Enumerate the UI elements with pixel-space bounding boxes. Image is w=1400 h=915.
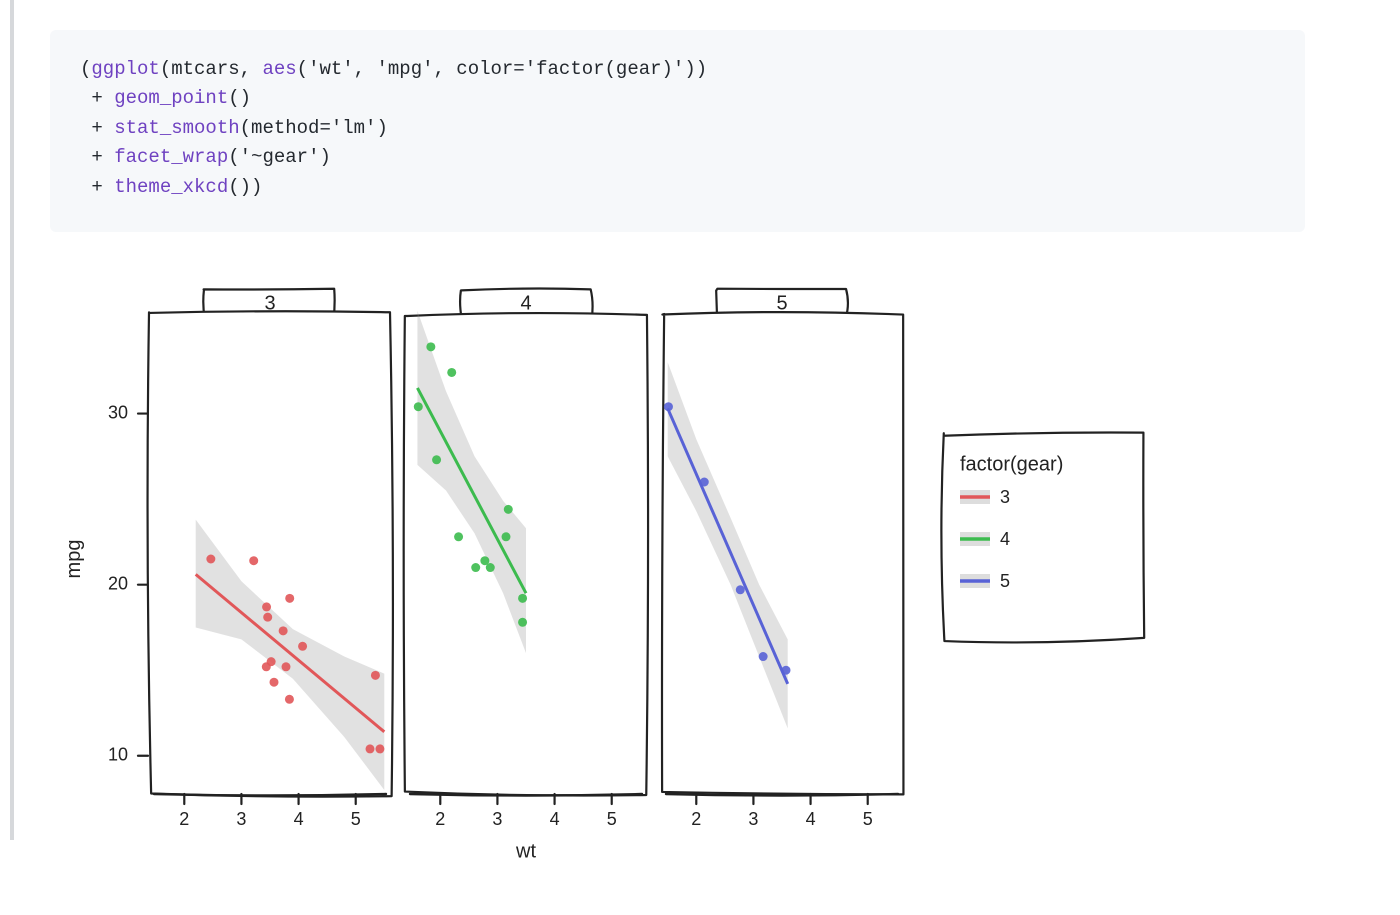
x-tick-label: 4: [550, 809, 560, 829]
scatter-point: [263, 613, 272, 622]
scatter-point: [267, 657, 276, 666]
scatter-point: [432, 455, 441, 464]
legend-label: 5: [1000, 571, 1010, 591]
scatter-point: [366, 744, 375, 753]
scatter-point: [279, 626, 288, 635]
scatter-point: [262, 602, 271, 611]
y-tick-label: 30: [108, 402, 128, 422]
x-tick-label: 3: [748, 809, 758, 829]
scatter-point: [454, 532, 463, 541]
x-tick-label: 2: [179, 809, 189, 829]
x-tick-label: 2: [691, 809, 701, 829]
scatter-point: [664, 402, 673, 411]
scatter-point: [206, 555, 215, 564]
scatter-point: [518, 594, 527, 603]
x-tick-label: 3: [492, 809, 502, 829]
code-content: (ggplot(mtcars, aes('wt', 'mpg', color='…: [80, 55, 1275, 202]
scatter-point: [285, 594, 294, 603]
scatter-point: [504, 505, 513, 514]
x-tick-label: 4: [806, 809, 816, 829]
facet-strip-label: 4: [520, 292, 531, 314]
scatter-point: [502, 532, 511, 541]
legend-label: 3: [1000, 487, 1010, 507]
x-axis-label: wt: [515, 840, 536, 860]
y-tick-label: 10: [108, 745, 128, 765]
x-tick-label: 3: [236, 809, 246, 829]
x-tick-label: 2: [435, 809, 445, 829]
scatter-point: [447, 368, 456, 377]
code-block: (ggplot(mtcars, aes('wt', 'mpg', color='…: [50, 30, 1305, 232]
scatter-point: [471, 563, 480, 572]
scatter-point: [298, 642, 307, 651]
scatter-point: [414, 402, 423, 411]
facet-strip-label: 5: [776, 292, 787, 314]
legend-label: 4: [1000, 529, 1010, 549]
scatter-point: [486, 563, 495, 572]
scatter-point: [759, 652, 768, 661]
facet-chart: mpg102030323454234552345wtfactor(gear)34…: [50, 260, 1170, 860]
scatter-point: [782, 666, 791, 675]
scatter-point: [700, 478, 709, 487]
scatter-point: [518, 618, 527, 627]
scatter-point: [371, 671, 380, 680]
y-tick-label: 20: [108, 573, 128, 593]
facet-panel: [662, 312, 903, 794]
x-tick-label: 5: [607, 809, 617, 829]
x-tick-label: 5: [351, 809, 361, 829]
quote-rule: [10, 0, 14, 840]
scatter-point: [249, 556, 258, 565]
scatter-point: [282, 662, 291, 671]
scatter-point: [285, 695, 294, 704]
scatter-point: [375, 744, 384, 753]
legend-title: factor(gear): [960, 453, 1063, 475]
scatter-point: [736, 585, 745, 594]
x-tick-label: 4: [294, 809, 304, 829]
scatter-point: [270, 678, 279, 687]
scatter-point: [426, 342, 435, 351]
y-axis-label: mpg: [63, 540, 85, 579]
x-tick-label: 5: [863, 809, 873, 829]
